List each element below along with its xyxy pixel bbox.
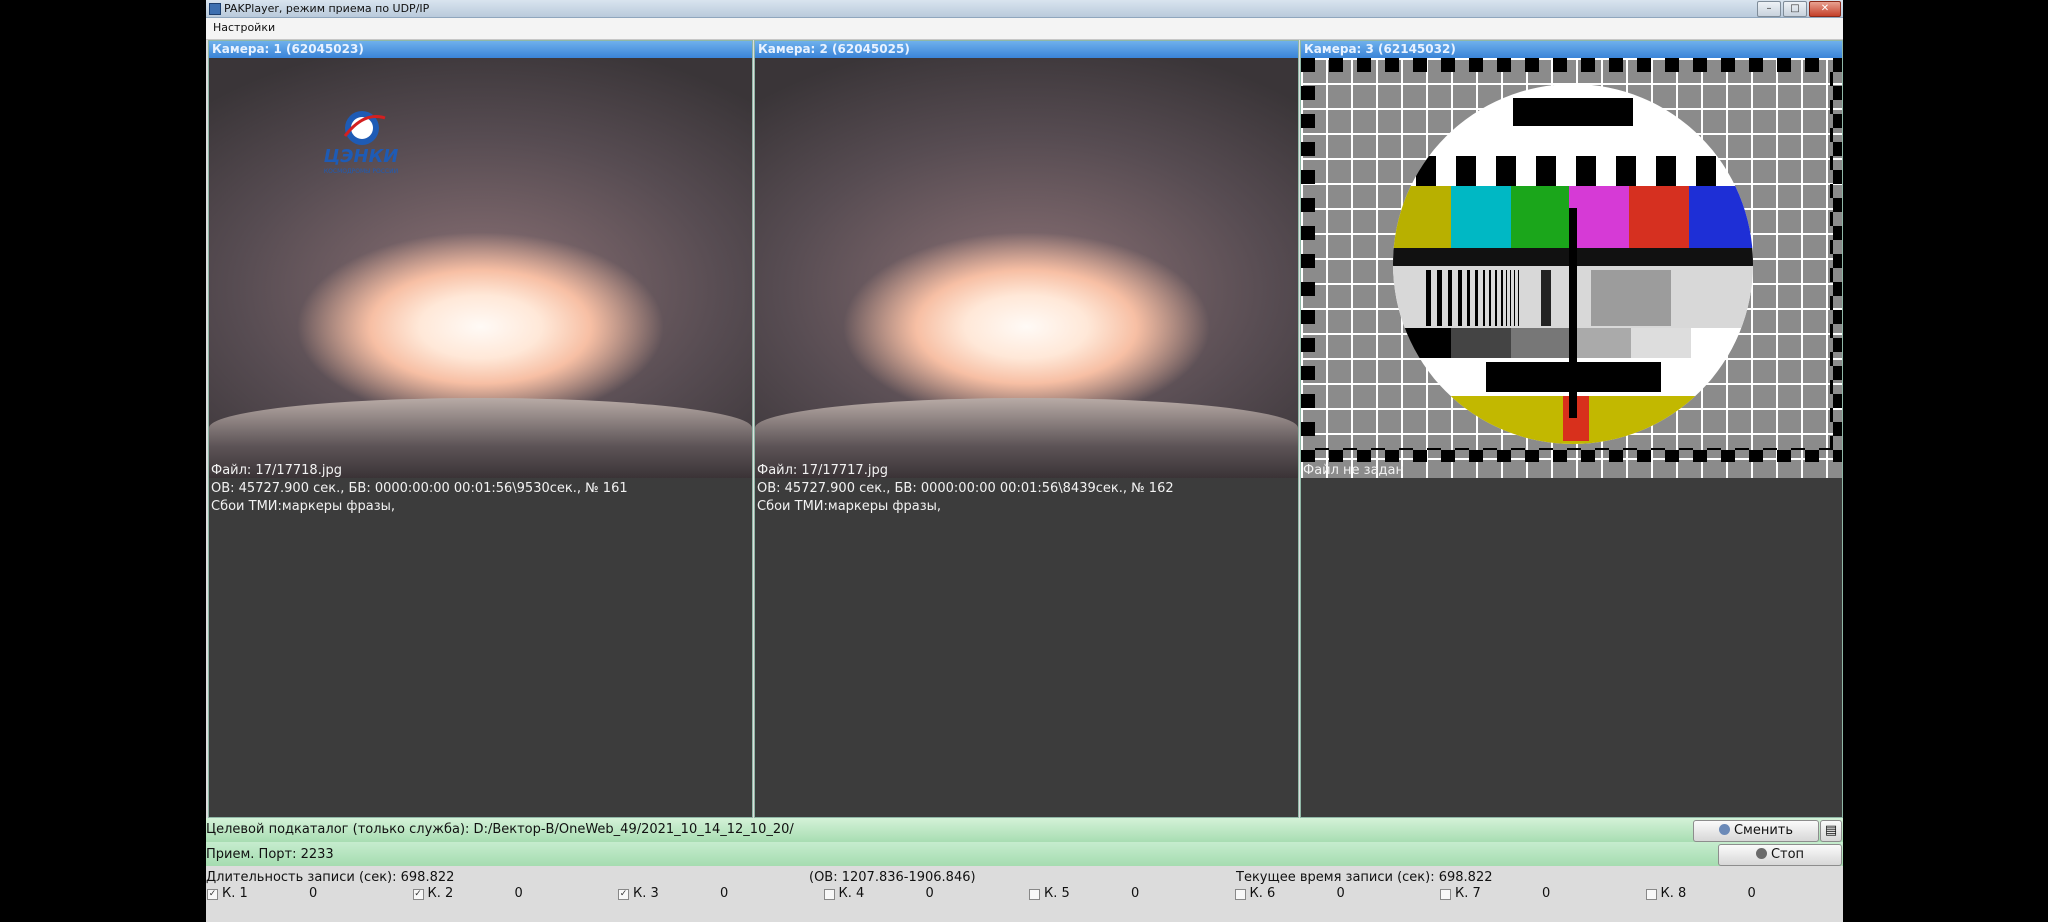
current-time-label: Текущее время записи (сек): 698.822 [1236,870,1493,885]
channel-count: 0 [1131,886,1140,901]
channel-count: 0 [309,886,318,901]
channel-count: 0 [720,886,729,901]
channel-label: К. 2 [427,886,454,901]
channel-label: К. 3 [633,886,659,901]
camera-info: Файл не задан [1303,462,1404,480]
status-line: ОВ: 45727.900 сек., БВ: 0000:00:00 00:01… [211,481,628,496]
channel-label: К. 4 [838,886,865,901]
channel-checkbox[interactable]: ✓ [207,889,218,900]
ov-range-label: (ОВ: 1207.836-1906.846) [809,870,976,885]
maximize-button[interactable]: □ [1783,1,1807,17]
channel-label: К. 1 [222,886,248,901]
stop-button[interactable]: Стоп [1718,844,1842,866]
extra-button[interactable]: ▤ [1820,820,1842,842]
logo-subtext: КОСМОДРОМЫ РОССИИ [324,168,398,175]
camera-info: Файл: 17/17718.jpg ОВ: 45727.900 сек., Б… [211,462,628,516]
port-label: Прием. Порт: 2233 [206,847,334,862]
app-window: PAKPlayer, режим приема по UDP/IP – □ ✕ … [206,0,1843,922]
change-button-label: Сменить [1733,823,1794,838]
title-bar: PAKPlayer, режим приема по UDP/IP – □ ✕ [206,0,1843,18]
channel-checkbox[interactable] [1645,889,1657,900]
camera-pane-1: Камера: 1 (62045023) ЦЭНКИ КОСМОДРОМЫ РО… [208,40,753,818]
camera-title: Камера: 1 (62045023) [209,41,752,58]
errors-line: Сбои ТМИ:маркеры фразы, [757,499,942,514]
channel-checkbox[interactable]: ✓ [618,889,629,900]
camera-view[interactable] [755,58,1298,478]
channel-count: 0 [1336,886,1345,901]
channel-label: К. 5 [1044,886,1070,901]
file-label: Файл: 17/17718.jpg [211,463,342,478]
channel-label: К. 6 [1249,886,1276,901]
channel-count: 0 [925,886,934,901]
control-panel: Целевой подкаталог (только служба): D:/В… [206,818,1843,922]
menu-bar: Настройки [206,18,1843,40]
minimize-button[interactable]: – [1757,1,1781,17]
file-label: Файл: 17/17717.jpg [757,463,888,478]
channel-count: 0 [1542,886,1551,901]
camera-pane-2: Камера: 2 (62045025) Файл: 17/17717.jpg … [754,40,1299,818]
channel-count: 0 [1747,886,1756,901]
channel-label: К. 7 [1455,886,1481,901]
channel-checkbox[interactable] [823,889,835,900]
test-pattern [1301,58,1842,462]
window-title: PAKPlayer, режим приема по UDP/IP [224,2,430,15]
duration-label: Длительность записи (сек): 698.822 [206,870,455,885]
channel-checkbox[interactable] [1234,889,1246,900]
camera-view[interactable] [1301,58,1842,478]
file-label: Файл не задан [1303,463,1405,478]
target-dir-bar: Целевой подкаталог (только служба): D:/В… [206,818,1843,842]
status-line: ОВ: 45727.900 сек., БВ: 0000:00:00 00:01… [757,481,1174,496]
port-bar: Прием. Порт: 2233 Стоп [206,842,1843,866]
camera-info: Файл: 17/17717.jpg ОВ: 45727.900 сек., Б… [757,462,1174,516]
logo-image: ЦЭНКИ КОСМОДРОМЫ РОССИИ [324,111,399,175]
menu-settings[interactable]: Настройки [213,21,275,34]
channel-count: 0 [514,886,523,901]
errors-line: Сбои ТМИ:маркеры фразы, [211,499,396,514]
camera-view[interactable]: ЦЭНКИ КОСМОДРОМЫ РОССИИ [209,58,752,478]
channel-label: К. 8 [1660,886,1687,901]
logo-text: ЦЭНКИ [324,146,399,167]
change-icon [1718,824,1730,835]
channel-checkbox[interactable] [1029,889,1040,900]
stop-button-label: Стоп [1770,847,1805,862]
close-button[interactable]: ✕ [1809,1,1841,17]
channel-checkbox[interactable]: ✓ [412,889,424,900]
camera-title: Камера: 2 (62045025) [755,41,1298,58]
stop-icon [1755,848,1767,859]
camera-pane-3: Камера: 3 (62145032) Файл не задан [1300,40,1843,818]
channel-checkbox[interactable] [1440,889,1451,900]
target-dir-label: Целевой подкаталог (только служба): D:/В… [206,822,794,837]
app-icon [209,3,221,15]
camera-title: Камера: 3 (62145032) [1301,41,1842,58]
change-button[interactable]: Сменить [1693,820,1819,842]
